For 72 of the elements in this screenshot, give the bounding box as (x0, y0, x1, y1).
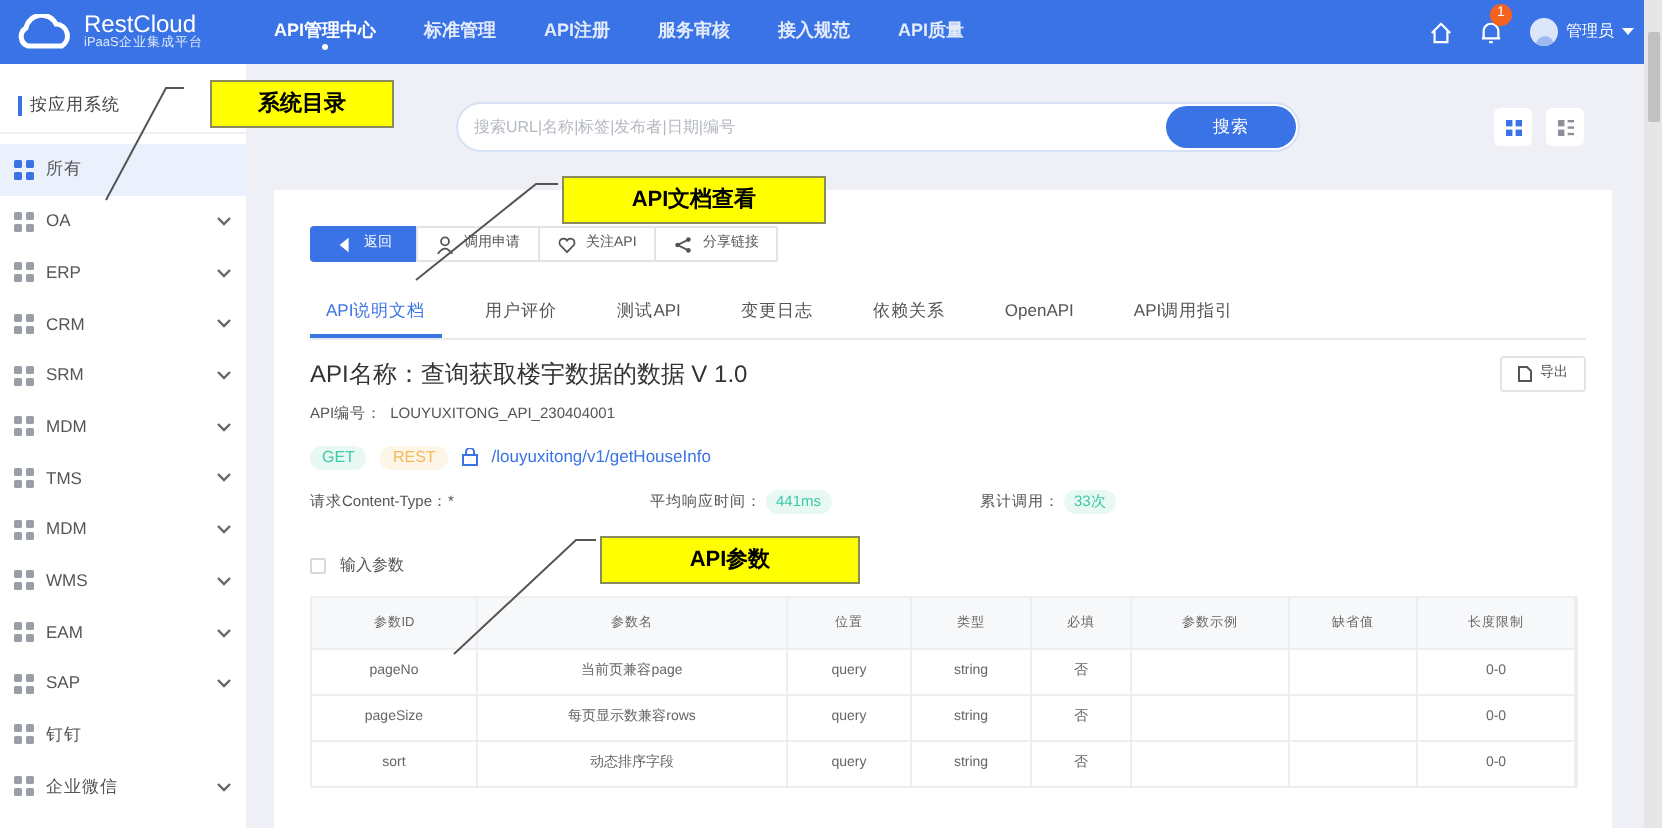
nav-tab[interactable]: 接入规范 (778, 18, 851, 46)
grid-icon (14, 724, 34, 745)
method-tag: GET (310, 445, 367, 470)
sidebar-item[interactable]: 钉钉 (0, 709, 246, 761)
grid-icon (14, 622, 34, 643)
doc-tab[interactable]: API说明文档 (310, 288, 442, 338)
leader-line (105, 87, 185, 201)
protocol-tag: REST (380, 445, 448, 470)
grid-icon (14, 467, 34, 488)
nav-tab[interactable]: API质量 (898, 18, 965, 46)
grid-icon (14, 776, 34, 797)
person-icon (436, 235, 454, 253)
nav-tab[interactable]: API管理中心 (274, 18, 377, 46)
grid-icon (1505, 119, 1521, 135)
sidebar-item[interactable]: SRM (0, 349, 246, 401)
grid-icon (14, 416, 34, 437)
api-title: API名称：查询获取楼宇数据的数据 V 1.0 (310, 358, 748, 392)
sidebar-item[interactable]: EAM (0, 606, 246, 658)
sidebar-item[interactable]: MDM (0, 503, 246, 555)
grid-icon (14, 570, 34, 591)
leader-line (415, 183, 559, 281)
callout-label: 系统目录 (210, 80, 394, 128)
home-icon[interactable] (1430, 21, 1452, 43)
params-checkbox[interactable] (310, 558, 326, 574)
sidebar-item[interactable]: ERP (0, 246, 246, 299)
list-view-button[interactable] (1546, 108, 1584, 146)
grid-icon (14, 262, 34, 283)
nav-tab[interactable]: 标准管理 (424, 18, 497, 46)
grid-icon (14, 519, 34, 540)
sidebar-title: 按应用系统 (30, 92, 120, 118)
leader-line (453, 539, 597, 655)
grid-icon (14, 211, 34, 232)
sidebar-item[interactable]: CRM (0, 298, 246, 350)
sidebar-item[interactable]: WMS (0, 555, 246, 607)
doc-tab[interactable]: API调用指引 (1117, 288, 1250, 338)
grid-icon (14, 365, 34, 386)
sidebar-item[interactable]: TMS (0, 452, 246, 504)
doc-tab[interactable]: OpenAPI (988, 288, 1090, 338)
doc-tab[interactable]: 用户评价 (469, 288, 574, 338)
lock-icon (461, 448, 478, 467)
title-accent-bar (18, 95, 22, 115)
document-icon (1518, 366, 1532, 382)
list-icon (1557, 119, 1573, 135)
doc-tab[interactable]: 依赖关系 (856, 288, 961, 338)
bell-icon[interactable] (1480, 20, 1502, 44)
grid-icon (14, 159, 34, 180)
nav-tab[interactable]: 服务审核 (658, 18, 731, 46)
sidebar-item[interactable]: OA (0, 195, 246, 247)
search-field[interactable]: 搜索URL|名称|标签|发布者|日期|编号 搜索 (456, 102, 1300, 152)
params-label: 输入参数 (340, 554, 404, 578)
grid-icon (14, 673, 34, 694)
triangle-left-icon (336, 235, 354, 253)
sidebar-item[interactable]: MDM (0, 400, 246, 453)
user-name[interactable]: 管理员 (1566, 20, 1614, 44)
doc-tab[interactable]: 变更日志 (724, 288, 829, 338)
grid-icon (14, 313, 34, 334)
caret-down-icon (1622, 28, 1634, 36)
avatar (1530, 18, 1558, 46)
share-icon (674, 235, 693, 253)
logo-title: RestCloud (84, 12, 197, 37)
doc-tab[interactable]: 测试API (601, 288, 697, 338)
api-path-link[interactable]: /louyuxitong/v1/getHouseInfo (491, 444, 711, 470)
grid-view-button[interactable] (1494, 108, 1532, 146)
callout-label: API参数 (600, 536, 860, 584)
sidebar-item[interactable]: SAP (0, 657, 246, 710)
sidebar-item[interactable]: 所有 (0, 144, 246, 196)
nav-tab[interactable]: API注册 (544, 18, 611, 46)
cloud-logo-icon (14, 14, 74, 50)
callout-label: API文档查看 (562, 176, 826, 224)
search-button[interactable]: 搜索 (1166, 106, 1296, 148)
heart-icon (558, 235, 576, 253)
sidebar-item[interactable]: 企业微信 (0, 760, 246, 812)
